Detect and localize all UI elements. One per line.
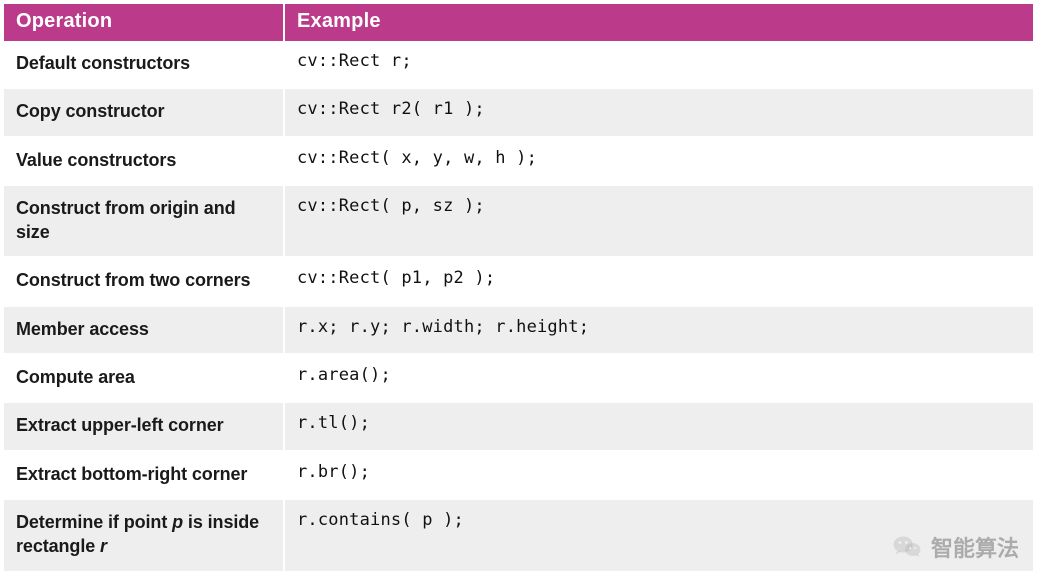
operation-cell: Construct from two corners xyxy=(4,257,284,305)
table-row: Determine if point p is inside rectangle… xyxy=(4,499,1033,572)
example-cell: r.x; r.y; r.width; r.height; xyxy=(284,306,1033,354)
operation-cell: Construct from origin and size xyxy=(4,185,284,258)
example-cell: r.area(); xyxy=(284,354,1033,402)
example-cell: cv::Rect( p1, p2 ); xyxy=(284,257,1033,305)
table-row: Copy constructorcv::Rect r2( r1 ); xyxy=(4,88,1033,136)
example-cell: cv::Rect r; xyxy=(284,41,1033,88)
example-cell: cv::Rect( x, y, w, h ); xyxy=(284,137,1033,185)
table-row: Default constructorscv::Rect r; xyxy=(4,41,1033,88)
rect-operations-table: Operation Example Default constructorscv… xyxy=(4,4,1033,573)
example-cell: r.tl(); xyxy=(284,402,1033,450)
table-row: Member accessr.x; r.y; r.width; r.height… xyxy=(4,306,1033,354)
operation-cell: Default constructors xyxy=(4,41,284,88)
example-cell: r.contains( p ); xyxy=(284,499,1033,572)
example-cell: cv::Rect( p, sz ); xyxy=(284,185,1033,258)
operation-cell: Value constructors xyxy=(4,137,284,185)
header-operation: Operation xyxy=(4,4,284,41)
table-row: Construct from origin and sizecv::Rect( … xyxy=(4,185,1033,258)
table-row: Compute arear.area(); xyxy=(4,354,1033,402)
operation-cell: Determine if point p is inside rectangle… xyxy=(4,499,284,572)
header-example: Example xyxy=(284,4,1033,41)
operation-cell: Extract upper-left corner xyxy=(4,402,284,450)
table-row: Construct from two cornerscv::Rect( p1, … xyxy=(4,257,1033,305)
operation-cell: Extract bottom-right corner xyxy=(4,451,284,499)
table-row: Extract upper-left cornerr.tl(); xyxy=(4,402,1033,450)
operation-cell: Copy constructor xyxy=(4,88,284,136)
table-row: Extract bottom-right cornerr.br(); xyxy=(4,451,1033,499)
example-cell: cv::Rect r2( r1 ); xyxy=(284,88,1033,136)
example-cell: r.br(); xyxy=(284,451,1033,499)
table-row: Value constructorscv::Rect( x, y, w, h )… xyxy=(4,137,1033,185)
operation-cell: Compute area xyxy=(4,354,284,402)
table-body: Default constructorscv::Rect r;Copy cons… xyxy=(4,41,1033,572)
operation-cell: Member access xyxy=(4,306,284,354)
